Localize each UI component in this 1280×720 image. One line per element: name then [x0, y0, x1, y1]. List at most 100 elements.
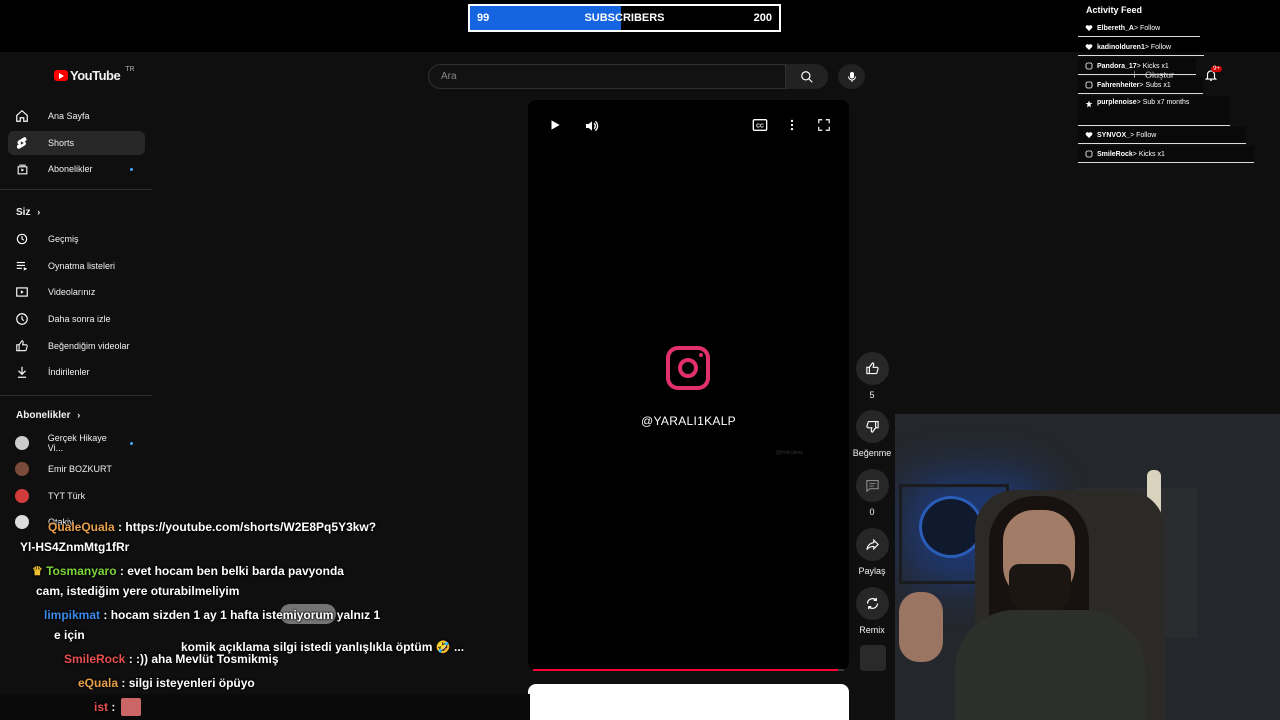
- dislike-label: Beğenme: [852, 448, 892, 458]
- sidebar-item-your-videos[interactable]: Videolarınız: [8, 280, 145, 304]
- chat-message: eQuala : silgi isteyenleri öpüyo: [78, 676, 255, 690]
- video-progress-fill: [533, 669, 838, 671]
- remix-icon: [866, 597, 878, 610]
- kick-icon: [1084, 62, 1093, 71]
- sidebar-item-downloads[interactable]: İndirilenler: [8, 360, 145, 384]
- dislike-button[interactable]: Beğenme: [852, 410, 892, 458]
- chat-separator: :: [108, 700, 116, 714]
- feed-event: > Sub x7 months: [1136, 99, 1190, 106]
- more-vertical-icon: [790, 119, 794, 131]
- next-short-preview: [528, 684, 849, 720]
- chat-user: ist: [94, 700, 109, 714]
- chat-text: cam, istediğim yere oturabilmeliyim: [36, 584, 240, 598]
- chat-user: limpikmat: [44, 608, 101, 622]
- captions-icon: CC: [752, 119, 768, 131]
- chat-separator: :: [118, 676, 129, 690]
- comment-count: 0: [869, 507, 875, 517]
- subscriber-goal-bar: 99 SUBSCRIBERS 200: [468, 4, 781, 32]
- sidebar-item-subscriptions[interactable]: Abonelikler: [8, 157, 145, 181]
- video-watermark: @frmlrybms: [776, 450, 804, 456]
- sidebar-channel-gercek-hikaye[interactable]: Gerçek Hikaye Vi...: [8, 431, 145, 455]
- search-icon: [801, 70, 813, 83]
- remix-button[interactable]: Remix: [852, 587, 892, 635]
- feed-item: purplenoise > Sub x7 months: [1078, 96, 1230, 126]
- chevron-right-icon: ›: [77, 410, 81, 420]
- subscriptions-icon: [8, 163, 36, 176]
- search-input[interactable]: [429, 65, 785, 88]
- captions-button[interactable]: CC: [752, 118, 768, 132]
- chat-message-continued: cam, istediğim yere oturabilmeliyim: [36, 584, 239, 598]
- feed-user: SYNVOX_: [1097, 131, 1131, 139]
- sidebar-item-shorts[interactable]: Shorts: [8, 131, 145, 155]
- youtube-play-icon: [54, 70, 68, 81]
- kick-icon: [1084, 150, 1093, 159]
- comment-icon: [865, 479, 879, 493]
- search-box[interactable]: [428, 64, 786, 89]
- feed-user: purplenoise: [1097, 99, 1137, 106]
- goal-target: 200: [753, 12, 772, 24]
- avatar: [15, 489, 29, 503]
- notifications-button[interactable]: 9+: [1204, 66, 1222, 87]
- comments-button[interactable]: 0: [852, 469, 892, 517]
- you-heading-label: Siz: [16, 207, 31, 218]
- sidebar-item-liked-videos[interactable]: Beğendiğim videolar: [8, 334, 145, 358]
- chat-bottom-bar: [0, 694, 530, 720]
- sidebar-item-label: Oynatma listeleri: [48, 261, 116, 271]
- shorts-video-player[interactable]: CC @YARALI1KALP @frmlrybms: [528, 100, 849, 671]
- channel-name: Emir BOZKURT: [48, 464, 112, 474]
- play-button[interactable]: [548, 118, 562, 132]
- chat-user: SmileRock: [64, 652, 126, 666]
- chat-separator: :: [116, 564, 128, 578]
- sidebar-item-history[interactable]: Geçmiş: [8, 227, 145, 251]
- chat-text: e için: [54, 628, 85, 642]
- feed-user: kadinolduren1: [1097, 43, 1145, 51]
- svg-text:CC: CC: [756, 124, 764, 130]
- feed-item: Pandora_17 > Kicks x1: [1078, 58, 1196, 75]
- remix-label: Remix: [859, 625, 885, 635]
- subscriptions-heading-label: Abonelikler: [16, 410, 71, 421]
- sidebar-channel-emir-bozkurt[interactable]: Emir BOZKURT: [8, 457, 145, 481]
- goal-label: SUBSCRIBERS: [584, 12, 665, 24]
- video-progress-bar[interactable]: [533, 669, 844, 671]
- like-button[interactable]: 5: [852, 352, 892, 400]
- activity-feed-title: Activity Feed: [1086, 5, 1143, 15]
- feed-user: Elbereth_A: [1097, 24, 1134, 32]
- chat-message-continued: Yl-HS4ZnmMtg1fRr: [20, 540, 129, 554]
- voice-search-button[interactable]: [838, 64, 865, 89]
- search-button[interactable]: [786, 64, 828, 89]
- chevron-right-icon: ›: [37, 207, 41, 217]
- clock-icon: [8, 312, 36, 326]
- microphone-icon: [847, 71, 856, 82]
- sidebar-channel-tyt-turk[interactable]: TYT Türk: [8, 484, 145, 508]
- sidebar-item-playlists[interactable]: Oynatma listeleri: [8, 254, 145, 278]
- sidebar-item-watch-later[interactable]: Daha sonra izle: [8, 307, 145, 331]
- volume-icon: [586, 120, 599, 132]
- avatar: [15, 462, 29, 476]
- sidebar-divider: [0, 189, 152, 190]
- youtube-logo[interactable]: YouTube TR: [54, 66, 135, 83]
- share-label: Paylaş: [858, 566, 886, 576]
- chat-message: QualeQuala : https://youtube.com/shorts/…: [48, 520, 376, 534]
- region-code: TR: [125, 66, 135, 73]
- play-icon: [551, 120, 560, 130]
- share-button[interactable]: Paylaş: [852, 528, 892, 576]
- heart-icon: [1084, 24, 1093, 33]
- fullscreen-button[interactable]: [817, 118, 831, 132]
- volume-button[interactable]: [584, 118, 600, 134]
- playlist-icon: [8, 259, 36, 273]
- feed-item: SYNVOX_ > Follow: [1078, 127, 1246, 144]
- sidebar-item-home[interactable]: Ana Sayfa: [8, 104, 145, 128]
- subscriptions-section-heading[interactable]: Abonelikler ›: [16, 410, 80, 421]
- feed-item: SmileRock > Kicks x1: [1078, 146, 1254, 163]
- avatar: [14, 436, 29, 450]
- you-section-heading[interactable]: Siz ›: [16, 207, 40, 218]
- more-options-button[interactable]: [788, 118, 796, 132]
- kick-icon: [1084, 81, 1093, 90]
- audio-thumbnail[interactable]: [860, 645, 886, 671]
- new-content-dot: [130, 167, 133, 171]
- thumbs-up-icon: [865, 362, 879, 375]
- star-icon: [1084, 99, 1093, 108]
- sidebar-item-label: İndirilenler: [48, 367, 90, 377]
- chat-message: SmileRock : :)) aha Mevlüt Tosmikmiş: [64, 652, 279, 666]
- sidebar-item-label: Ana Sayfa: [48, 111, 90, 121]
